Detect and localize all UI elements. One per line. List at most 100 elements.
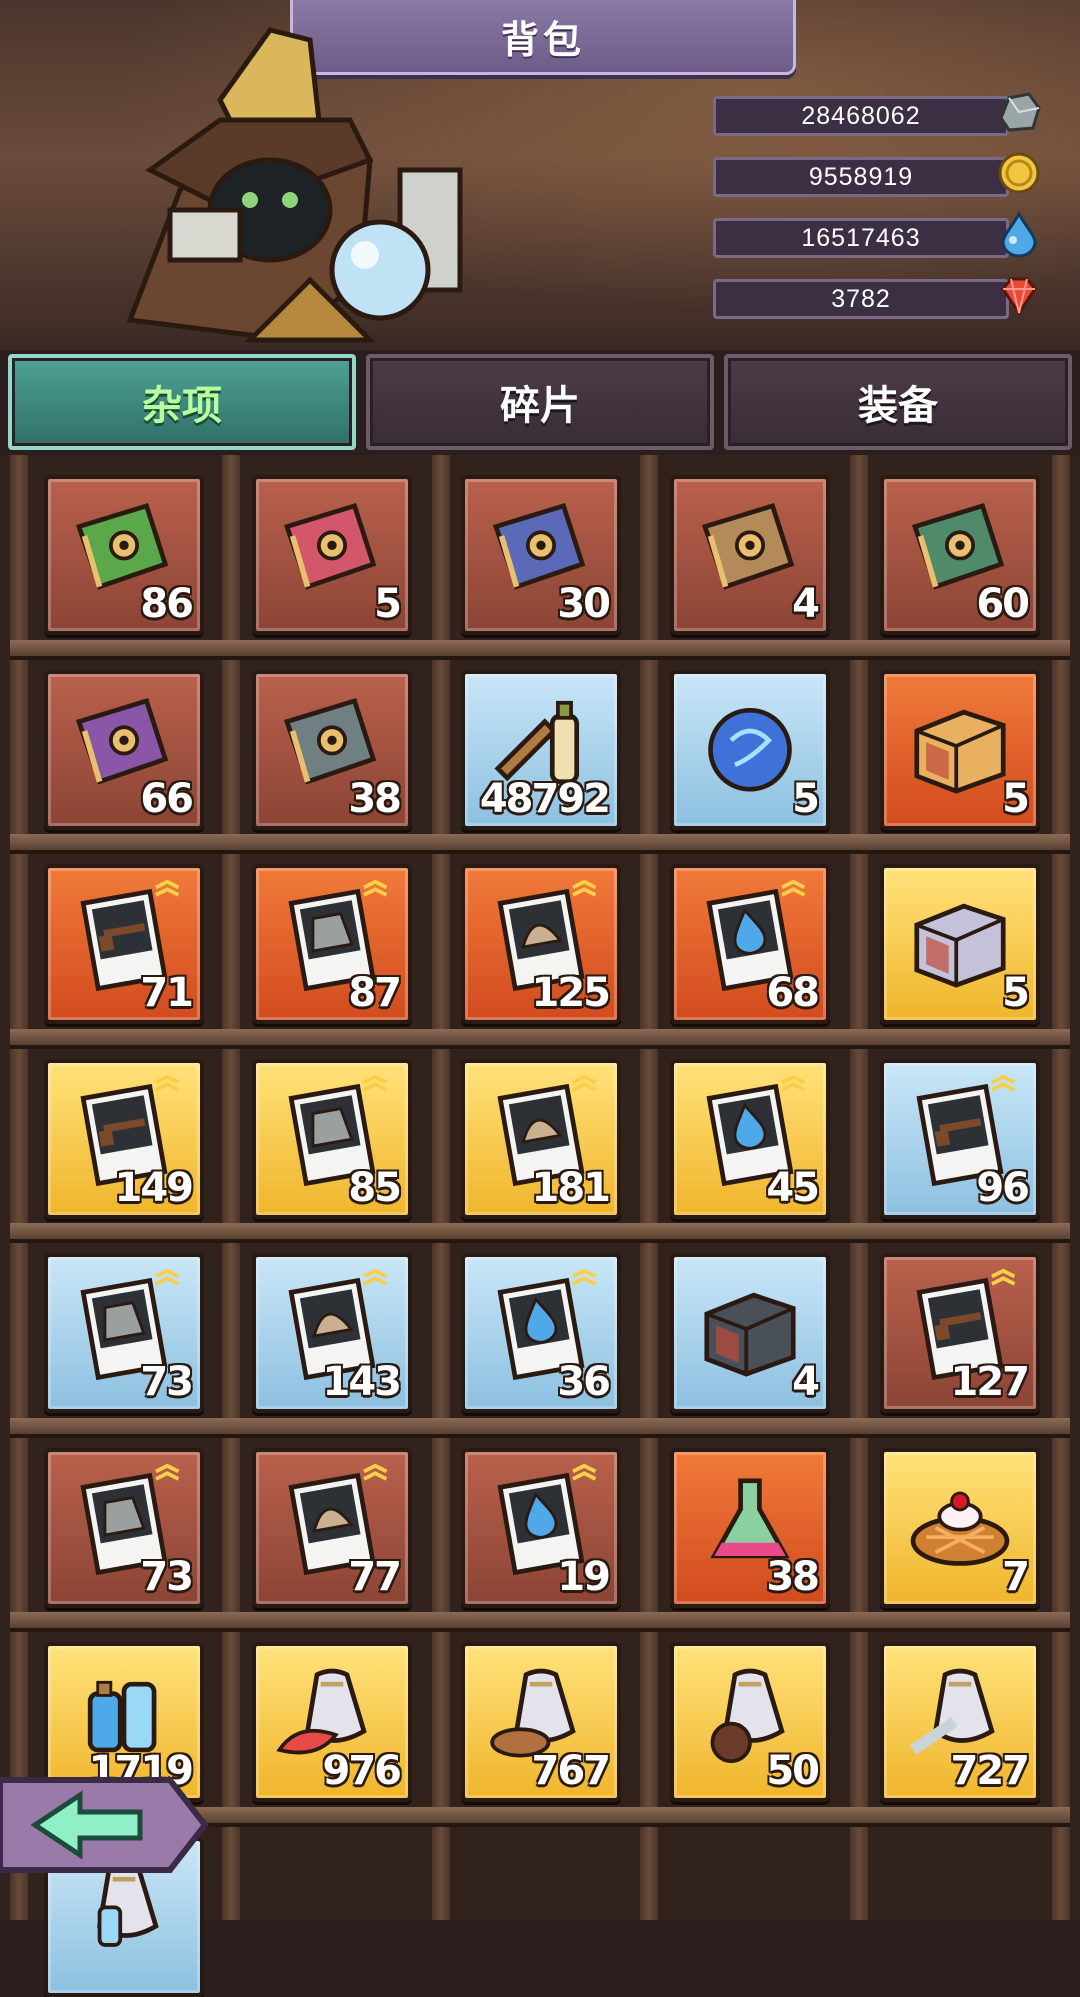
item-count: 60 <box>976 581 1030 627</box>
shelf-board <box>10 1223 1070 1239</box>
currency-gold: 9558919 <box>713 152 1043 197</box>
tab-equipment[interactable]: 装备 <box>724 354 1072 450</box>
item-count: 85 <box>348 1165 402 1211</box>
inventory-slot[interactable]: 66 <box>44 670 204 830</box>
inventory-slot[interactable]: 96 <box>880 1059 1040 1219</box>
currency-gem-value: 3782 <box>713 279 1009 319</box>
inventory-slot[interactable]: 50 <box>670 1642 830 1802</box>
tab-misc[interactable]: 杂项 <box>8 354 356 450</box>
item-count: 73 <box>140 1359 194 1405</box>
shelf-post <box>222 455 240 1920</box>
currency-gold-value: 9558919 <box>713 157 1009 197</box>
ore-icon <box>999 92 1041 132</box>
item-count: 73 <box>140 1554 194 1600</box>
inventory-slot[interactable]: 73 <box>44 1253 204 1413</box>
item-count: 181 <box>531 1165 611 1211</box>
currency-ore-value: 28468062 <box>713 96 1009 136</box>
item-count: 19 <box>557 1554 611 1600</box>
shelf-post <box>640 455 658 1920</box>
item-count: 149 <box>114 1165 194 1211</box>
item-count: 30 <box>557 581 611 627</box>
item-count: 50 <box>766 1748 820 1794</box>
inventory-slot[interactable]: 5 <box>670 670 830 830</box>
item-count: 66 <box>140 776 194 822</box>
inventory-slot[interactable]: 45 <box>670 1059 830 1219</box>
item-count: 96 <box>976 1165 1030 1211</box>
tab-misc-label: 杂项 <box>142 383 222 429</box>
inventory-slot[interactable]: 727 <box>880 1642 1040 1802</box>
inventory-slot[interactable]: 976 <box>252 1642 412 1802</box>
inventory-slot[interactable]: 7 <box>880 1448 1040 1608</box>
inventory-slot[interactable]: 68 <box>670 864 830 1024</box>
inventory-slot[interactable]: 4 <box>670 1253 830 1413</box>
inventory-slot[interactable]: 5 <box>880 864 1040 1024</box>
item-count: 727 <box>950 1748 1030 1794</box>
inventory-slot[interactable]: 36 <box>461 1253 621 1413</box>
item-count: 48792 <box>479 776 611 822</box>
item-count: 45 <box>766 1165 820 1211</box>
shelf-board <box>10 834 1070 850</box>
item-count: 36 <box>557 1359 611 1405</box>
inventory-slot[interactable]: 149 <box>44 1059 204 1219</box>
item-count: 5 <box>1002 970 1030 1016</box>
inventory-slot[interactable]: 71 <box>44 864 204 1024</box>
item-count: 5 <box>1002 776 1030 822</box>
inventory-slot[interactable]: 73 <box>44 1448 204 1608</box>
item-count: 4 <box>792 581 820 627</box>
back-arrow-icon[interactable] <box>0 1770 220 1880</box>
inventory-slot[interactable]: 181 <box>461 1059 621 1219</box>
item-count: 125 <box>531 970 611 1016</box>
item-count: 4 <box>792 1359 820 1405</box>
tab-fragments[interactable]: 碎片 <box>366 354 714 450</box>
currency-gem: 3782 <box>713 275 1043 319</box>
currency-water: 16517463 <box>713 210 1043 258</box>
shelf-post <box>850 455 868 1920</box>
shelf-board <box>10 640 1070 656</box>
shelf-board <box>10 1612 1070 1628</box>
item-count: 87 <box>348 970 402 1016</box>
inventory-slot[interactable]: 127 <box>880 1253 1040 1413</box>
currency-ore: 28468062 <box>713 92 1043 136</box>
item-count: 38 <box>348 776 402 822</box>
item-count: 976 <box>322 1748 402 1794</box>
shelf-post <box>10 455 28 1920</box>
item-count: 143 <box>322 1359 402 1405</box>
inventory-slot[interactable]: 86 <box>44 475 204 635</box>
item-count: 5 <box>374 581 402 627</box>
tab-fragments-label: 碎片 <box>500 383 580 429</box>
inventory-slot[interactable]: 5 <box>252 475 412 635</box>
inventory-grid: 86 5 30 4 60 66 38 48792 5 5 71 87 125 6… <box>0 455 1080 1997</box>
shelf-post <box>432 455 450 1920</box>
inventory-slot[interactable]: 125 <box>461 864 621 1024</box>
item-count: 767 <box>531 1748 611 1794</box>
item-count: 7 <box>1002 1554 1030 1600</box>
item-count: 127 <box>950 1359 1030 1405</box>
inventory-slot[interactable]: 77 <box>252 1448 412 1608</box>
item-count: 5 <box>792 776 820 822</box>
inventory-slot[interactable]: 38 <box>252 670 412 830</box>
gold-coin-icon <box>998 152 1040 194</box>
inventory-slot[interactable]: 87 <box>252 864 412 1024</box>
inventory-slot[interactable]: 4 <box>670 475 830 635</box>
currency-water-value: 16517463 <box>713 218 1009 258</box>
tab-bar: 杂项 碎片 装备 <box>0 350 1080 450</box>
item-count: 77 <box>348 1554 402 1600</box>
shelf-board <box>10 1029 1070 1045</box>
header-backdrop: 背包 28468062 9558919 16517463 3782 <box>0 0 1080 350</box>
inventory-slot[interactable]: 767 <box>461 1642 621 1802</box>
inventory-slot[interactable]: 19 <box>461 1448 621 1608</box>
red-gem-icon <box>1001 277 1037 316</box>
inventory-slot[interactable]: 5 <box>880 670 1040 830</box>
tab-equipment-label: 装备 <box>858 383 938 429</box>
inventory-slot[interactable]: 60 <box>880 475 1040 635</box>
inventory-slot[interactable]: 143 <box>252 1253 412 1413</box>
inventory-slot[interactable]: 38 <box>670 1448 830 1608</box>
wizard-hero-portrait <box>126 27 463 343</box>
inventory-slot[interactable]: 85 <box>252 1059 412 1219</box>
shelf-board <box>10 1418 1070 1434</box>
inventory-slot[interactable]: 30 <box>461 475 621 635</box>
item-count: 68 <box>766 970 820 1016</box>
inventory-slot[interactable]: 48792 <box>461 670 621 830</box>
water-drop-icon <box>1001 210 1037 258</box>
item-count: 71 <box>140 970 194 1016</box>
